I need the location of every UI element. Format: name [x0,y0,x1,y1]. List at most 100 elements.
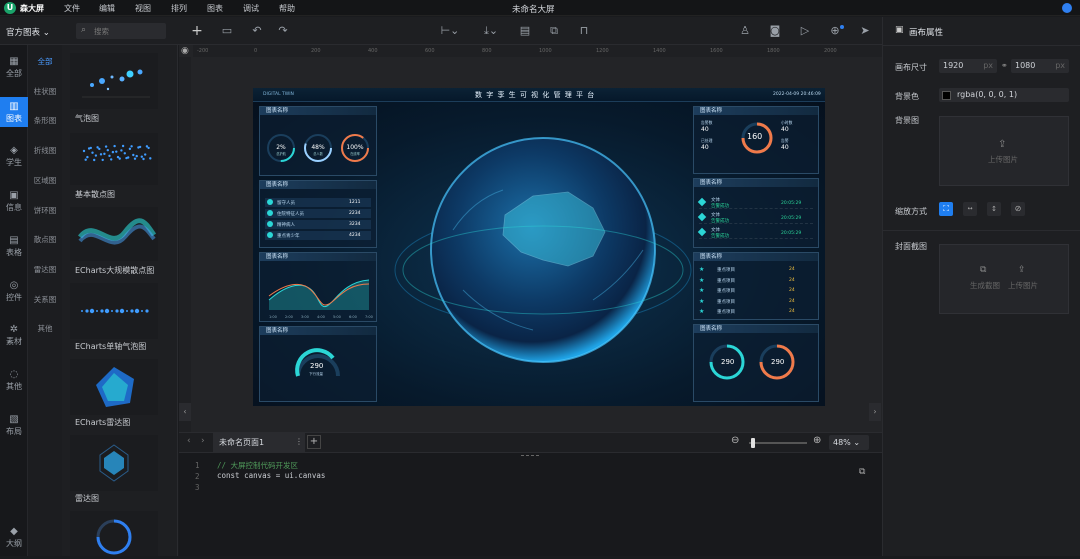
bubble-dot [96,310,98,312]
bg-image-upload[interactable]: ⇪ 上传图片 [939,116,1069,186]
link-ratio-icon[interactable]: ⚭ [1001,61,1008,70]
search-input[interactable]: ⌕ 搜索 [76,23,166,39]
scatter-dot [84,158,87,161]
menu-edit[interactable]: 编辑 [99,3,115,14]
scale-none-button[interactable]: ⊘ [1011,202,1025,216]
zoom-slider-handle[interactable] [751,438,755,448]
upload-image-label[interactable]: 上传图片 [1008,280,1038,291]
layer-icon[interactable]: ▤ [518,24,532,38]
scroll-left-icon[interactable]: ‹ [179,403,191,421]
page-prev-icon[interactable]: ‹ [187,436,191,446]
rail-item[interactable]: ◈ 学生 [0,145,28,168]
category-item[interactable]: 其他 [28,323,62,334]
thumb-bubble[interactable] [70,53,158,109]
alarm-row: 文体 告警成功 20:05:29 [697,226,813,239]
camera-icon[interactable]: ◙ [768,24,782,38]
canvas-height-input[interactable]: 1080 px [1011,59,1069,73]
ruler-tick: 200 [311,48,321,54]
zoom-slider[interactable] [749,442,807,444]
scatter-dot [128,147,132,151]
user-icon[interactable]: ♙ [738,24,752,38]
generate-screenshot-label[interactable]: 生成截图 [970,280,1000,291]
category-item[interactable]: 区域图 [28,175,62,186]
rail-item[interactable]: ◌ 其他 [0,369,28,392]
thumb-scatter[interactable] [70,133,158,185]
resize-handle[interactable] [521,455,539,457]
menu-arrange[interactable]: 排列 [171,3,187,14]
category-item[interactable]: 关系图 [28,294,62,305]
stat-value: 4234 [349,233,361,238]
code-editor[interactable]: 123 // 大屏控制代码开发区 const canvas = ui.canva… [179,452,882,556]
thumb-ring[interactable] [70,511,158,556]
library-selector[interactable]: 官方图表 ⌄ [6,26,50,38]
rail-item[interactable]: ✲ 素材 [0,324,28,347]
screen-brand: DIGITAL TWIN [263,92,294,97]
zoom-out-icon[interactable]: ⊖ [731,435,739,446]
user-avatar[interactable] [1062,3,1072,13]
rail-item[interactable]: ◎ 控件 [0,280,28,303]
menu-file[interactable]: 文件 [64,3,80,14]
scale-fit-button[interactable]: ⛶ [939,202,953,216]
alarm-tag: 告警成功 [711,234,729,239]
external-link-icon[interactable]: ⧉ [859,467,865,477]
menu-debug[interactable]: 调试 [243,3,259,14]
add-icon[interactable]: + [190,24,204,38]
rail-item[interactable]: ▣ 信息 [0,190,28,213]
scroll-right-icon[interactable]: › [869,403,881,421]
zoom-in-icon[interactable]: ⊕ [813,435,821,446]
category-item[interactable]: 雷达图 [28,264,62,275]
rail-item-label: 素材 [6,337,22,346]
rail-item[interactable]: ▧ 布局 [0,414,28,437]
stat-row: 精神病人 3234 [265,220,371,229]
scale-height-button[interactable]: ↕ [987,202,1001,216]
redo-icon[interactable]: ↷ [276,24,290,38]
color-swatch[interactable] [942,91,951,100]
play-icon[interactable]: ▷ [798,24,812,38]
bubble-dot [111,310,113,312]
menu-help[interactable]: 帮助 [279,3,295,14]
save-icon[interactable]: ▭ [220,24,234,38]
rail-item[interactable]: ▦ 全部 [0,56,28,79]
thumb-radar[interactable] [70,435,158,491]
canvas-width-input[interactable]: 1920 px [939,59,997,73]
lock-icon[interactable]: ⊓ [577,24,591,38]
canvas-area[interactable]: -200 0 200 400 600 800 1000 1200 1400 1600 1800 200… [179,45,882,432]
rings-chart: 2%总护航 48%总人数 100%在线率 [267,134,369,162]
category-item[interactable]: 饼环图 [28,205,62,216]
eye-icon[interactable]: ◉ [181,46,189,56]
thumb-large-scatter[interactable] [70,207,158,261]
thumb-echarts-radar[interactable] [70,359,158,415]
screen-canvas[interactable]: DIGITAL TWIN 数 字 孪 生 可 视 化 管 理 平 台 2022-… [253,88,825,406]
thumb-label: ECharts雷达图 [75,418,131,427]
table-icon: ▤ [9,235,19,246]
zoom-select[interactable]: 48% ⌄ [829,435,869,450]
rail-item[interactable]: ◆ 大纲 [0,526,28,549]
category-item[interactable]: 条形图 [28,115,62,126]
distribute-icon[interactable]: ⤓⌄ [480,24,502,38]
cover-upload[interactable]: ⧉ ⇪ 生成截图 上传图片 [939,244,1069,314]
page-menu-icon[interactable]: ⋮ [295,437,303,446]
page-next-icon[interactable]: › [201,436,205,446]
thumb-single-axis[interactable] [70,283,158,339]
category-item[interactable]: 柱状图 [28,86,62,97]
alarm-row: 文体 告警成功 20:05:29 [697,196,813,209]
scale-width-button[interactable]: ↔ [963,202,977,216]
menu-chart[interactable]: 图表 [207,3,223,14]
rail-item[interactable]: ▤ 表格 [0,235,28,258]
send-icon[interactable]: ➤ [858,24,872,38]
copy-icon[interactable]: ⧉ [547,24,561,38]
bubble-dot [104,308,110,314]
align-icon[interactable]: ⊢⌄ [438,24,462,38]
category-item[interactable]: 折线图 [28,145,62,156]
page-tab[interactable]: 未命名页面1 [213,433,305,452]
undo-icon[interactable]: ↶ [250,24,264,38]
bubble-dot [100,309,104,313]
upload-icon[interactable]: ⇪ [1018,265,1026,275]
category-item[interactable]: 全部 [28,56,62,67]
rail-item[interactable]: ▥ 图表 [0,97,28,127]
add-page-button[interactable]: + [307,435,321,449]
screenshot-icon[interactable]: ⧉ [980,265,986,275]
menu-view[interactable]: 视图 [135,3,151,14]
category-item[interactable]: 散点图 [28,234,62,245]
bg-color-input[interactable]: rgba(0, 0, 0, 1) [939,88,1069,102]
